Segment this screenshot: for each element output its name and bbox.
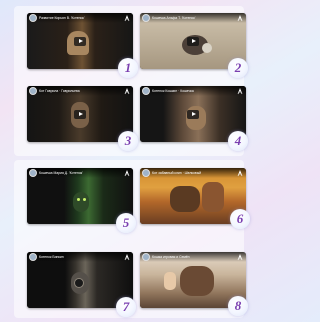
channel-avatar [29,14,37,22]
video-title-bar: Кот забавный клип · Шелковый [140,168,246,178]
video-number-2: 2 [228,58,248,78]
share-icon[interactable] [237,15,243,22]
channel-avatar [142,169,150,177]
video-title: Кот забавный клип · Шелковый [152,171,202,175]
video-number-3: 3 [118,131,138,151]
video-title: Котенок Бинкин [39,255,64,259]
video-number-1: 1 [118,58,138,78]
video-number-8: 8 [228,296,248,316]
video-number-5: 5 [116,213,136,233]
video-title: Развитие Кирьян В. 'Котенок' [39,16,85,20]
video-thumbnail-7[interactable]: Котенок Бинкин [27,252,133,308]
video-title-bar: Котенок Бинкин [27,252,133,262]
video-number-4: 4 [228,131,248,151]
video-title-bar: Котенок Кошкин · Кошечка [140,86,246,96]
video-title-bar: Кошечка Альфа Т. 'Котенок' [140,13,246,23]
video-thumbnail-3[interactable]: Кот Гаврила · Гаврильева [27,86,133,142]
video-thumbnail-1[interactable]: Развитие Кирьян В. 'Котенок' [27,13,133,69]
share-icon[interactable] [237,254,243,261]
play-button[interactable] [187,109,199,119]
channel-avatar [142,253,150,261]
play-button[interactable] [74,36,86,46]
video-title: Котенок Кошкин · Кошечка [152,89,194,93]
channel-avatar [29,169,37,177]
video-title: Кот Гаврила · Гаврильева [39,89,80,93]
share-icon[interactable] [237,88,243,95]
video-title: Кошечка Мария Д. 'Котенок' [39,171,83,175]
video-title-bar: Кошка игровая и Семён [140,252,246,262]
share-icon[interactable] [124,88,130,95]
video-title-bar: Развитие Кирьян В. 'Котенок' [27,13,133,23]
channel-avatar [142,87,150,95]
share-icon[interactable] [124,254,130,261]
share-icon[interactable] [237,170,243,177]
video-thumbnail-5[interactable]: Кошечка Мария Д. 'Котенок' [27,168,133,224]
video-title: Кошка игровая и Семён [152,255,190,259]
play-button[interactable] [74,109,86,119]
video-number-6: 6 [230,209,250,229]
play-button[interactable] [187,36,199,46]
channel-avatar [29,87,37,95]
video-number-7: 7 [116,297,136,317]
video-title: Кошечка Альфа Т. 'Котенок' [152,16,196,20]
share-icon[interactable] [124,15,130,22]
channel-avatar [142,14,150,22]
share-icon[interactable] [124,170,130,177]
video-title-bar: Кот Гаврила · Гаврильева [27,86,133,96]
video-title-bar: Кошечка Мария Д. 'Котенок' [27,168,133,178]
channel-avatar [29,253,37,261]
